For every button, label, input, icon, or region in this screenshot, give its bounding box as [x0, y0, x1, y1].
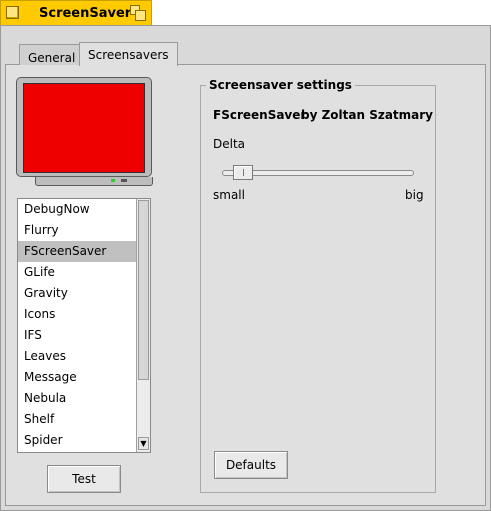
list-item[interactable]: Shelf	[18, 409, 136, 430]
list-item[interactable]: Icons	[18, 304, 136, 325]
slider-max-label: big	[405, 188, 424, 202]
activity-led-icon	[121, 179, 127, 182]
list-scrollbar[interactable]: ▼	[136, 199, 150, 452]
zoom-icon[interactable]	[130, 5, 146, 21]
window-title: ScreenSaver	[39, 6, 132, 21]
delta-label: Delta	[213, 137, 246, 151]
list-item[interactable]: Gravity	[18, 283, 136, 304]
list-item[interactable]: Message	[18, 367, 136, 388]
list-item[interactable]: Leaves	[18, 346, 136, 367]
window-title-tab[interactable]: ScreenSaver	[0, 0, 152, 25]
defaults-button[interactable]: Defaults	[214, 451, 288, 479]
list-item[interactable]: GLife	[18, 262, 136, 283]
preview-monitor	[16, 77, 152, 177]
screensaver-list[interactable]: DebugNow Flurry FScreenSaver GLife Gravity Ic…	[17, 198, 151, 453]
screensaver-author: by Zoltan Szatmary	[301, 108, 434, 122]
list-item[interactable]: FScreenSaver	[18, 241, 136, 262]
list-item[interactable]: IFS	[18, 325, 136, 346]
close-icon[interactable]	[6, 6, 19, 19]
tab-general[interactable]: General	[19, 44, 85, 65]
slider-min-label: small	[213, 188, 245, 202]
list-item[interactable]: DebugNow	[18, 199, 136, 220]
list-item[interactable]: Nebula	[18, 388, 136, 409]
tab-screensavers[interactable]: Screensavers	[79, 42, 178, 66]
delta-slider-thumb[interactable]	[232, 165, 253, 180]
list-item[interactable]: Flurry	[18, 220, 136, 241]
scrollbar-thumb[interactable]	[138, 200, 149, 380]
test-button[interactable]: Test	[47, 465, 121, 493]
screensaver-name: FScreenSaver	[213, 108, 307, 122]
power-led-icon	[111, 179, 115, 182]
monitor-base	[35, 177, 153, 186]
settings-group-label: Screensaver settings	[206, 78, 355, 92]
chevron-down-icon[interactable]: ▼	[138, 437, 149, 450]
list-item[interactable]: Spider	[18, 430, 136, 451]
preview-screen	[23, 83, 145, 173]
